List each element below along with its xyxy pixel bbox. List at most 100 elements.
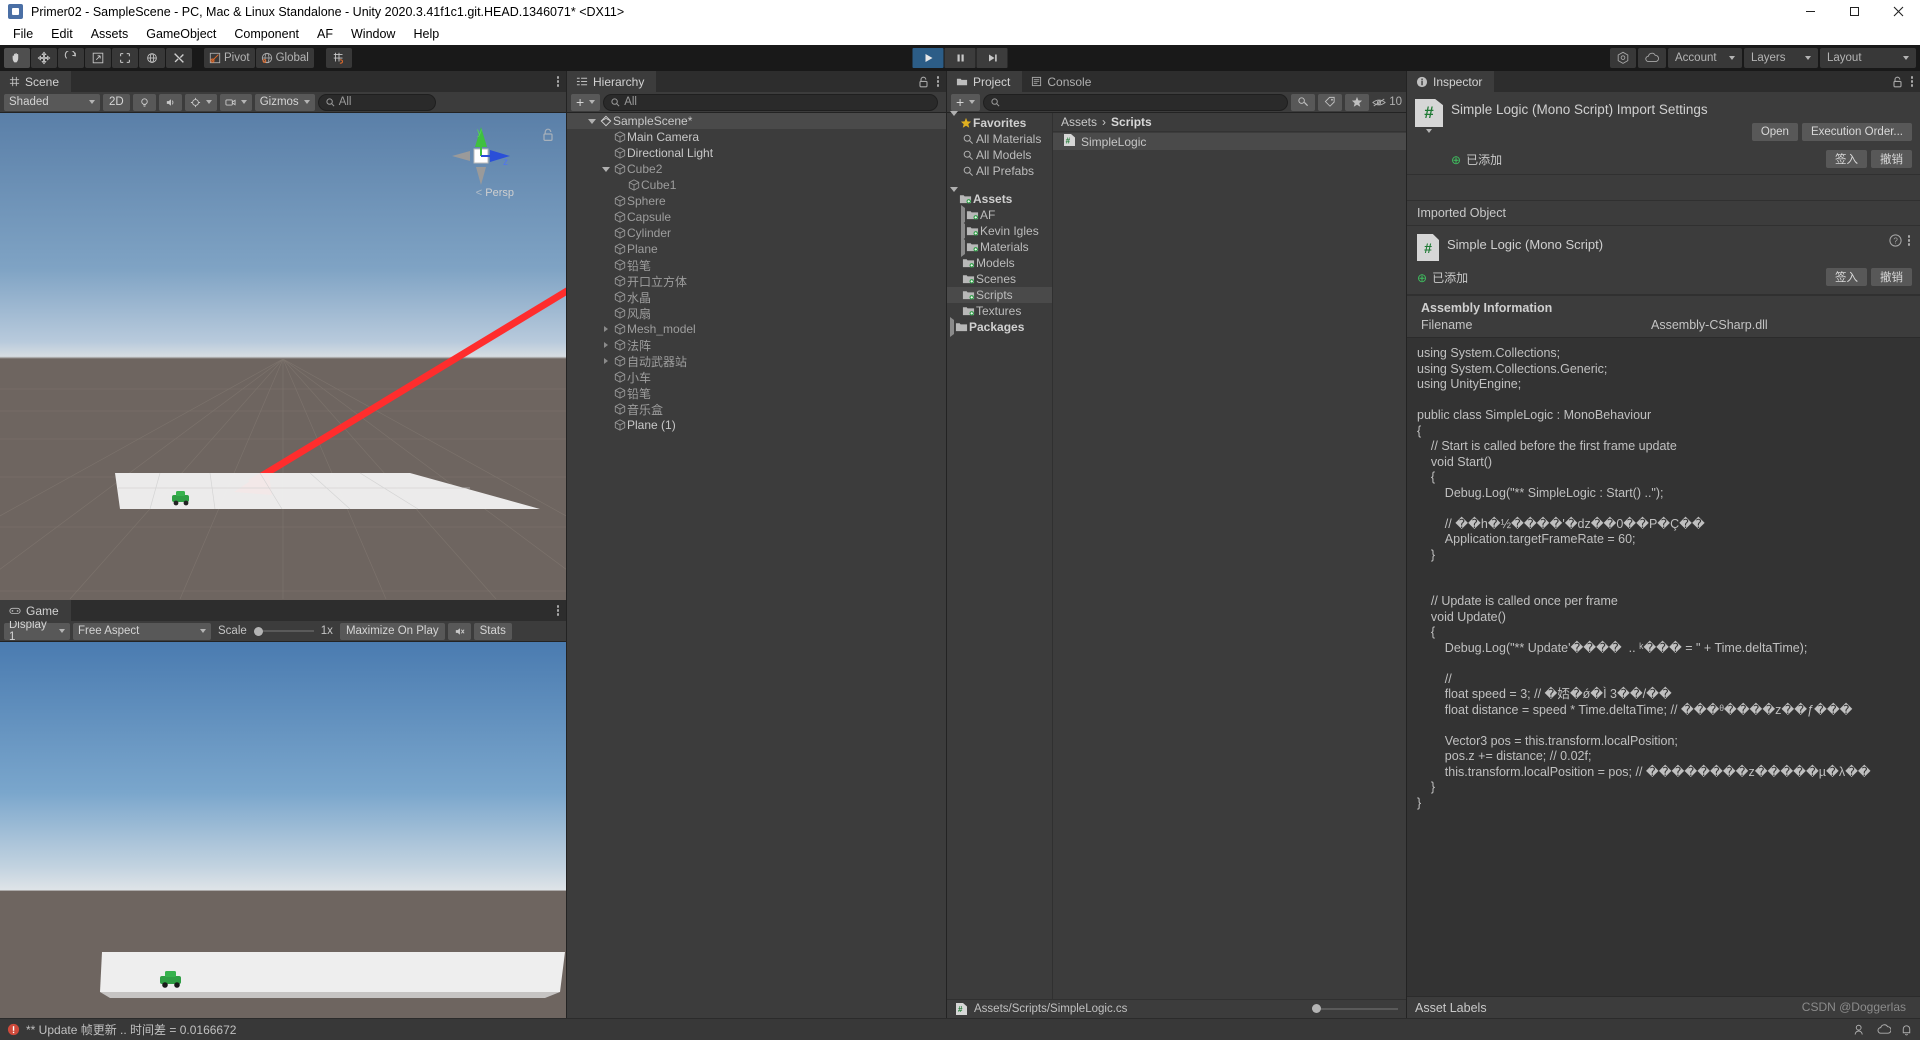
scene-lighting-button[interactable]	[132, 93, 156, 111]
project-tree-item[interactable]: Materials	[947, 237, 1052, 257]
scene-perspective-label[interactable]: < Persp	[476, 187, 514, 199]
project-favorites-button[interactable]	[1345, 93, 1370, 111]
pause-button[interactable]	[944, 48, 976, 68]
hierarchy-lock-icon[interactable]	[918, 76, 929, 88]
project-tree-item[interactable]: Favorites	[947, 111, 1052, 131]
scene-audio-button[interactable]	[158, 93, 182, 111]
hierarchy-item[interactable]: Mesh_model	[567, 321, 946, 337]
twisty[interactable]	[599, 342, 612, 348]
twisty[interactable]	[950, 187, 958, 206]
twisty[interactable]	[599, 166, 612, 172]
menu-item-assets[interactable]: Assets	[82, 25, 138, 43]
scene-lock-icon[interactable]	[542, 128, 554, 145]
help-icon[interactable]: ?	[1888, 234, 1902, 247]
hierarchy-item[interactable]: Cylinder	[567, 225, 946, 241]
component-menu-icon[interactable]	[1907, 235, 1910, 246]
tab-game[interactable]: Game	[0, 600, 71, 621]
game-viewport[interactable]	[0, 642, 566, 1018]
cloud-icon[interactable]	[1638, 48, 1666, 68]
open-button[interactable]: Open	[1751, 123, 1798, 141]
account-dropdown[interactable]: Account	[1668, 48, 1742, 68]
hidden-assets-count[interactable]: 10	[1372, 96, 1402, 108]
hierarchy-item[interactable]: 风扇	[567, 305, 946, 321]
hierarchy-item[interactable]: 音乐盒	[567, 401, 946, 417]
play-button[interactable]	[912, 48, 944, 68]
toggle-2d-button[interactable]: 2D	[103, 93, 130, 111]
project-tree-item[interactable]: Scripts	[947, 287, 1052, 303]
project-folder-tree[interactable]: Favorites All Materials All Models All Pref…	[947, 111, 1053, 999]
imported-revert-button[interactable]: 撤销	[1871, 267, 1912, 286]
custom-editor-tool-button[interactable]	[166, 48, 192, 68]
breadcrumb-assets[interactable]: Assets	[1061, 115, 1097, 129]
menu-item-help[interactable]: Help	[404, 25, 448, 43]
maximize-button[interactable]	[1832, 0, 1876, 23]
menu-item-component[interactable]: Component	[225, 25, 308, 43]
move-tool-button[interactable]	[31, 48, 57, 68]
notification-bell-icon[interactable]	[1900, 1023, 1913, 1036]
hierarchy-item[interactable]: SampleScene*	[567, 113, 946, 129]
scene-camera-dropdown[interactable]	[219, 93, 252, 111]
aspect-dropdown[interactable]: Free Aspect	[73, 622, 211, 640]
gizmos-dropdown[interactable]: Gizmos	[254, 93, 315, 111]
checkin-button[interactable]: 签入	[1826, 149, 1867, 168]
menu-item-af[interactable]: AF	[308, 25, 342, 43]
step-button[interactable]	[976, 48, 1008, 68]
hierarchy-item[interactable]: Capsule	[567, 209, 946, 225]
project-tree-item[interactable]: Scenes	[947, 271, 1052, 287]
twisty[interactable]	[599, 358, 612, 364]
project-search-input[interactable]	[983, 93, 1289, 111]
inspector-lock-icon[interactable]	[1892, 76, 1903, 88]
hierarchy-tree[interactable]: SampleScene* Main Camera Directional Light…	[567, 113, 946, 1018]
project-tree-item[interactable]: Packages	[947, 317, 1052, 337]
game-mute-button[interactable]	[447, 622, 471, 640]
hierarchy-item[interactable]: Plane	[567, 241, 946, 257]
status-message[interactable]: ** Update 帧更新 .. 时间差 = 0.0166672	[26, 1021, 236, 1038]
collab-icon[interactable]	[1854, 1023, 1868, 1036]
hierarchy-item[interactable]: Sphere	[567, 193, 946, 209]
rotate-tool-button[interactable]	[58, 48, 84, 68]
hierarchy-item[interactable]: 法阵	[567, 337, 946, 353]
imported-checkin-button[interactable]: 签入	[1826, 267, 1867, 286]
shading-mode-dropdown[interactable]: Shaded	[4, 93, 100, 111]
hierarchy-item[interactable]: Plane (1)	[567, 417, 946, 433]
menu-item-edit[interactable]: Edit	[42, 25, 82, 43]
project-tree-item[interactable]: All Materials	[947, 131, 1052, 147]
project-tree-item[interactable]: Models	[947, 255, 1052, 271]
snap-grid-button[interactable]	[325, 48, 352, 68]
display-dropdown[interactable]: Display 1	[4, 619, 70, 643]
project-asset-item[interactable]: # SimpleLogic	[1053, 133, 1406, 150]
project-filter-type-button[interactable]	[1291, 93, 1316, 111]
menu-item-gameobject[interactable]: GameObject	[137, 25, 225, 43]
project-asset-list[interactable]: # SimpleLogic	[1053, 132, 1406, 999]
layers-dropdown[interactable]: Layers	[1744, 48, 1818, 68]
hierarchy-search-input[interactable]: All	[603, 93, 938, 111]
project-zoom-slider[interactable]	[1133, 1004, 1398, 1013]
hand-tool-button[interactable]	[4, 48, 30, 68]
hierarchy-item[interactable]: 铅笔	[567, 385, 946, 401]
revert-button[interactable]: 撤销	[1871, 149, 1912, 168]
hierarchy-item[interactable]: 自动武器站	[567, 353, 946, 369]
menu-item-window[interactable]: Window	[342, 25, 404, 43]
hierarchy-item[interactable]: 铅笔	[567, 257, 946, 273]
game-menu-icon[interactable]	[556, 605, 559, 616]
minimize-button[interactable]	[1788, 0, 1832, 23]
hierarchy-item[interactable]: Directional Light	[567, 145, 946, 161]
hierarchy-menu-icon[interactable]	[936, 76, 939, 87]
project-tree-item[interactable]: All Models	[947, 147, 1052, 163]
layout-dropdown[interactable]: Layout	[1820, 48, 1916, 68]
rect-tool-button[interactable]	[112, 48, 138, 68]
search-service-icon[interactable]	[1610, 48, 1636, 68]
project-tree-item[interactable]: All Prefabs	[947, 163, 1052, 179]
tab-inspector[interactable]: Inspector	[1407, 71, 1495, 92]
tab-hierarchy[interactable]: Hierarchy	[567, 71, 657, 92]
twisty[interactable]	[599, 326, 612, 332]
hierarchy-item[interactable]: Cube1	[567, 177, 946, 193]
scene-search-input[interactable]: All	[317, 93, 436, 111]
tab-scene[interactable]: Scene	[0, 71, 72, 92]
execution-order-button[interactable]: Execution Order...	[1801, 123, 1912, 141]
breadcrumb-scripts[interactable]: Scripts	[1111, 115, 1152, 129]
project-tree-item[interactable]: Textures	[947, 303, 1052, 319]
hierarchy-item[interactable]: 小车	[567, 369, 946, 385]
tab-project[interactable]: Project	[947, 71, 1023, 92]
twisty[interactable]	[950, 111, 958, 130]
